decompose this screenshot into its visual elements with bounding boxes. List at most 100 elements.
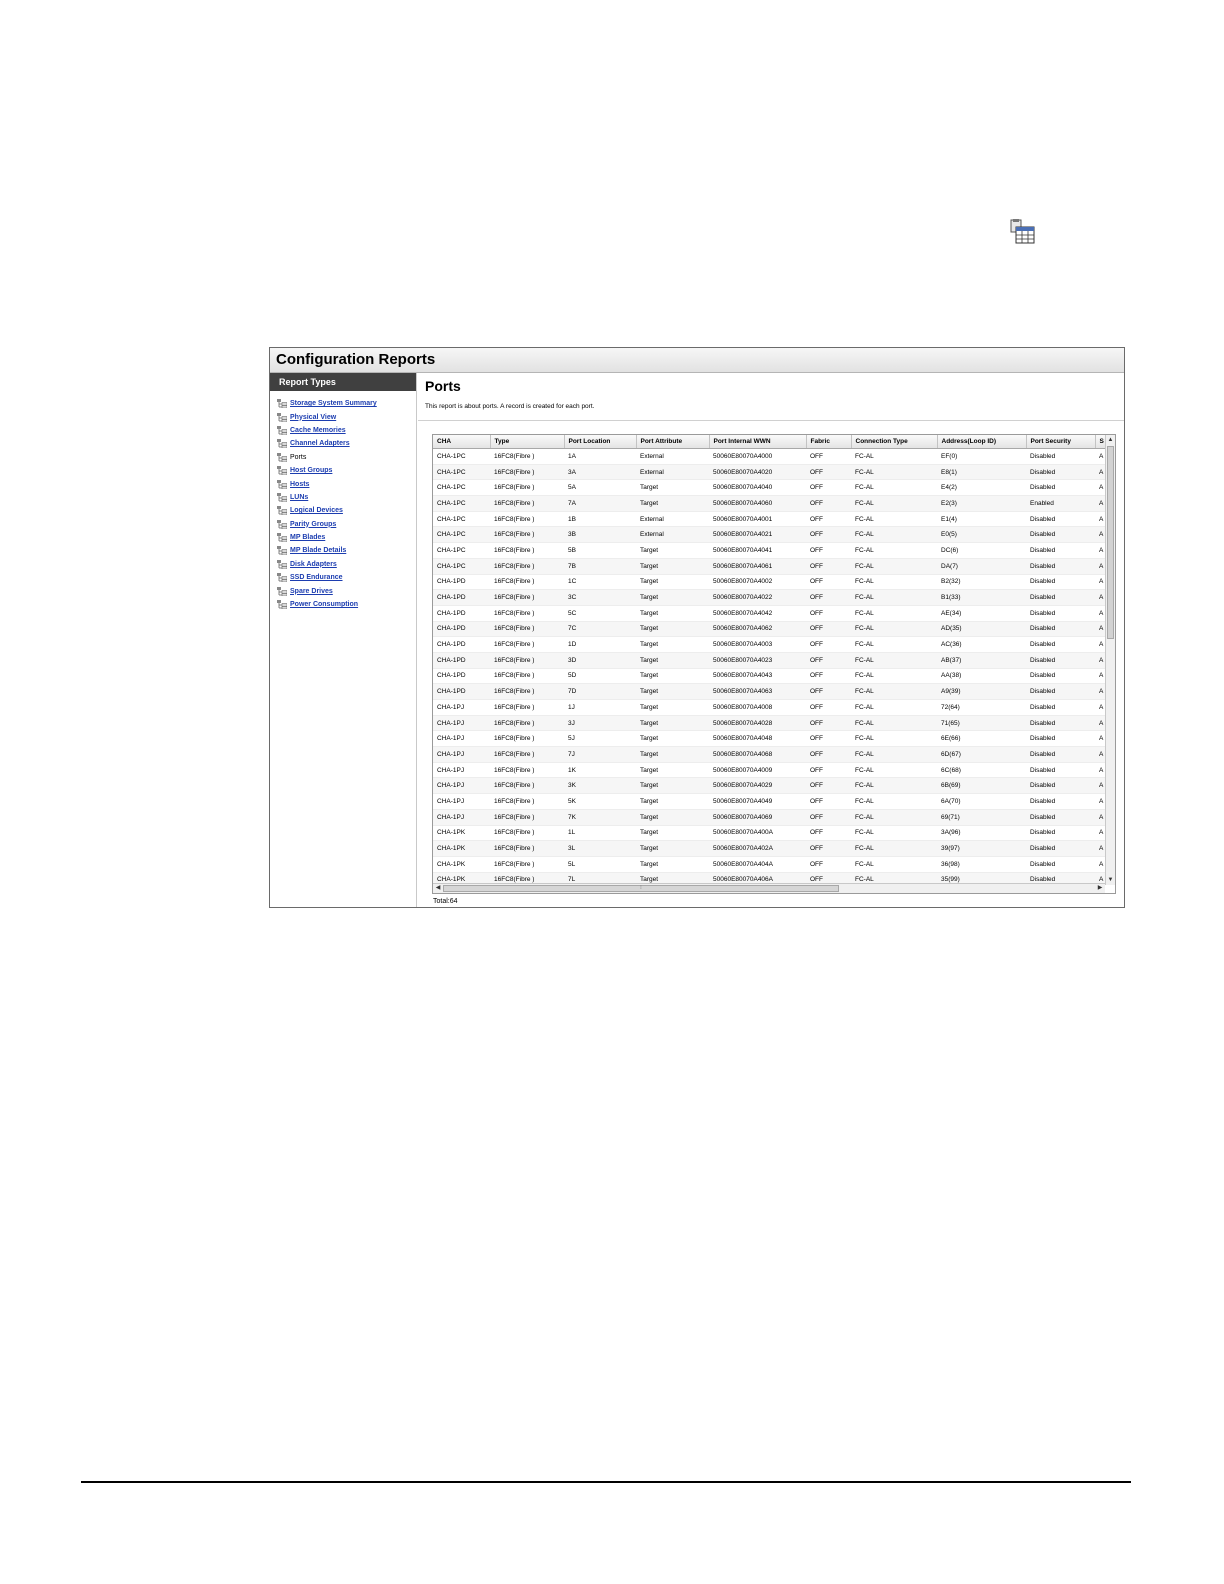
- column-header[interactable]: Port Attribute: [636, 435, 710, 449]
- table-row[interactable]: CHA-1PC 16FC8(Fibre ) 7B Target 50060E80070A…: [433, 558, 1105, 575]
- table-row[interactable]: CHA-1PJ 16FC8(Fibre ) 7K Target 50060E80070A…: [433, 809, 1105, 826]
- column-header[interactable]: Port Internal WWN: [709, 435, 807, 449]
- column-header[interactable]: S: [1095, 435, 1105, 449]
- record-total: Total:64: [433, 898, 458, 905]
- table-row[interactable]: CHA-1PC 16FC8(Fibre ) 7A Target 50060E80070A…: [433, 495, 1105, 512]
- table-row[interactable]: CHA-1PK 16FC8(Fibre ) 1L Target 50060E80070A…: [433, 825, 1105, 842]
- table-cell: AB(37): [937, 652, 1026, 669]
- table-cell: Disabled: [1026, 605, 1095, 622]
- table-row[interactable]: CHA-1PD 16FC8(Fibre ) 5D Target 50060E80070A…: [433, 668, 1105, 685]
- table-row[interactable]: CHA-1PD 16FC8(Fibre ) 3D Target 50060E80070A…: [433, 652, 1105, 669]
- sidebar-item-label[interactable]: Parity Groups: [290, 521, 336, 528]
- table-row[interactable]: CHA-1PJ 16FC8(Fibre ) 3K Target 50060E80070A…: [433, 777, 1105, 795]
- table-row[interactable]: CHA-1PK 16FC8(Fibre ) 3L Target 50060E80070A…: [433, 840, 1105, 857]
- report-tree-icon: [277, 492, 287, 502]
- table-cell: 50060E80070A4048: [709, 730, 806, 748]
- sidebar-item-label[interactable]: Logical Devices: [290, 507, 343, 514]
- table-cell: External: [636, 511, 709, 528]
- table-row[interactable]: CHA-1PC 16FC8(Fibre ) 1B External 50060E8007…: [433, 511, 1105, 528]
- table-row[interactable]: CHA-1PJ 16FC8(Fibre ) 1K Target 50060E80070A…: [433, 762, 1105, 779]
- column-header[interactable]: Fabric: [806, 435, 852, 449]
- sidebar-heading: Report Types: [270, 373, 416, 391]
- table-cell: B2(32): [937, 574, 1026, 591]
- column-header[interactable]: Address(Loop ID): [937, 435, 1027, 449]
- table-row[interactable]: CHA-1PK 16FC8(Fibre ) 5L Target 50060E80070A…: [433, 856, 1105, 873]
- table-row[interactable]: CHA-1PC 16FC8(Fibre ) 5A Target 50060E80070A…: [433, 479, 1105, 497]
- sidebar-item-channel-adapters[interactable]: Channel Adapters: [277, 437, 416, 450]
- table-row[interactable]: CHA-1PD 16FC8(Fibre ) 1D Target 50060E80070A…: [433, 636, 1105, 653]
- table-cell: FC-AL: [851, 762, 937, 779]
- report-tree-icon: [277, 399, 287, 409]
- sidebar-item-spare-drives[interactable]: Spare Drives: [277, 584, 416, 597]
- sidebar-item-luns[interactable]: LUNs: [277, 491, 416, 504]
- scroll-down-arrow-icon[interactable]: ▼: [1106, 875, 1115, 885]
- table-row[interactable]: CHA-1PJ 16FC8(Fibre ) 5J Target 50060E80070A…: [433, 730, 1105, 748]
- column-header[interactable]: CHA: [433, 435, 491, 449]
- ports-table-viewport[interactable]: CHA Type Port Location Port Attribute Port I…: [433, 435, 1105, 885]
- horizontal-scroll-thumb[interactable]: ⁞: [443, 885, 839, 892]
- table-cell: FC-AL: [851, 683, 937, 700]
- sidebar-item-host-groups[interactable]: Host Groups: [277, 464, 416, 477]
- table-row[interactable]: CHA-1PC 16FC8(Fibre ) 1A External 50060E8007…: [433, 448, 1105, 465]
- table-cell: CHA-1PK: [433, 825, 490, 842]
- sidebar-item-label[interactable]: Channel Adapters: [290, 440, 350, 447]
- table-cell: Target: [636, 746, 709, 763]
- sidebar-item-mp-blade-details[interactable]: MP Blade Details: [277, 544, 416, 557]
- table-cell: FC-AL: [851, 715, 937, 732]
- sidebar-item-storage-system-summary[interactable]: Storage System Summary: [277, 397, 416, 410]
- scroll-right-arrow-icon[interactable]: ▶: [1095, 884, 1105, 893]
- sidebar-item-disk-adapters[interactable]: Disk Adapters: [277, 558, 416, 571]
- table-row[interactable]: CHA-1PD 16FC8(Fibre ) 3C Target 50060E80070A…: [433, 589, 1105, 606]
- sidebar-item-mp-blades[interactable]: MP Blades: [277, 531, 416, 544]
- sidebar-item-logical-devices[interactable]: Logical Devices: [277, 504, 416, 517]
- sidebar-item-parity-groups[interactable]: Parity Groups: [277, 518, 416, 531]
- column-header[interactable]: Port Security: [1026, 435, 1096, 449]
- sidebar-item-label[interactable]: Host Groups: [290, 467, 332, 474]
- sidebar-item-label[interactable]: Disk Adapters: [290, 561, 337, 568]
- sidebar-item-cache-memories[interactable]: Cache Memories: [277, 424, 416, 437]
- vertical-scrollbar[interactable]: ▲ ▼: [1105, 435, 1115, 885]
- sidebar-item-label[interactable]: Storage System Summary: [290, 400, 377, 407]
- sidebar-item-label[interactable]: SSD Endurance: [290, 574, 343, 581]
- sidebar-item-label[interactable]: Power Consumption: [290, 601, 358, 608]
- sidebar-item-label[interactable]: MP Blade Details: [290, 547, 346, 554]
- sidebar-item-ssd-endurance[interactable]: SSD Endurance: [277, 571, 416, 584]
- table-cell: 1L: [564, 825, 636, 842]
- table-cell: 16FC8(Fibre ): [490, 526, 564, 544]
- table-row[interactable]: CHA-1PC 16FC8(Fibre ) 3A External 50060E8007…: [433, 464, 1105, 481]
- scroll-left-arrow-icon[interactable]: ◀: [433, 884, 443, 893]
- table-row[interactable]: CHA-1PJ 16FC8(Fibre ) 5K Target 50060E80070A…: [433, 793, 1105, 810]
- table-row[interactable]: CHA-1PD 16FC8(Fibre ) 5C Target 50060E80070A…: [433, 605, 1105, 622]
- vertical-scroll-thumb[interactable]: [1107, 446, 1114, 639]
- table-row[interactable]: CHA-1PD 16FC8(Fibre ) 1C Target 50060E80070A…: [433, 574, 1105, 591]
- table-row[interactable]: CHA-1PC 16FC8(Fibre ) 3B External 50060E8007…: [433, 526, 1105, 544]
- table-cell: 7D: [564, 683, 636, 700]
- column-header[interactable]: Port Location: [564, 435, 637, 449]
- table-row[interactable]: CHA-1PD 16FC8(Fibre ) 7D Target 50060E80070A…: [433, 683, 1105, 700]
- sidebar-item-label[interactable]: Cache Memories: [290, 427, 346, 434]
- table-row[interactable]: CHA-1PJ 16FC8(Fibre ) 7J Target 50060E80070A…: [433, 746, 1105, 763]
- table-row[interactable]: CHA-1PC 16FC8(Fibre ) 5B Target 50060E80070A…: [433, 542, 1105, 559]
- table-cell: Target: [636, 683, 709, 700]
- scroll-up-arrow-icon[interactable]: ▲: [1106, 435, 1115, 445]
- column-header[interactable]: Type: [490, 435, 565, 449]
- sidebar-item-physical-view[interactable]: Physical View: [277, 410, 416, 423]
- report-types-list: Storage System Summary Physical View Cache…: [270, 391, 416, 611]
- table-row[interactable]: CHA-1PJ 16FC8(Fibre ) 1J Target 50060E80070A…: [433, 699, 1105, 716]
- sidebar-item-label[interactable]: Hosts: [290, 481, 309, 488]
- sidebar-item-label[interactable]: LUNs: [290, 494, 308, 501]
- sidebar-item-label[interactable]: Physical View: [290, 414, 336, 421]
- table-cell: FC-AL: [851, 574, 937, 591]
- table-row[interactable]: CHA-1PJ 16FC8(Fibre ) 3J Target 50060E80070A…: [433, 715, 1105, 732]
- table-cell: FC-AL: [851, 621, 937, 638]
- column-header[interactable]: Connection Type: [851, 435, 938, 449]
- horizontal-scrollbar[interactable]: ◀ ⁞ ▶: [433, 883, 1105, 893]
- table-cell: A: [1095, 730, 1105, 748]
- table-row[interactable]: CHA-1PD 16FC8(Fibre ) 7C Target 50060E80070A…: [433, 621, 1105, 638]
- sidebar-item-label[interactable]: MP Blades: [290, 534, 325, 541]
- sidebar-item-power-consumption[interactable]: Power Consumption: [277, 598, 416, 611]
- sidebar-item-ports[interactable]: Ports: [277, 451, 416, 464]
- sidebar-item-label[interactable]: Spare Drives: [290, 588, 333, 595]
- sidebar-item-hosts[interactable]: Hosts: [277, 477, 416, 490]
- table-cell: 5L: [564, 856, 636, 873]
